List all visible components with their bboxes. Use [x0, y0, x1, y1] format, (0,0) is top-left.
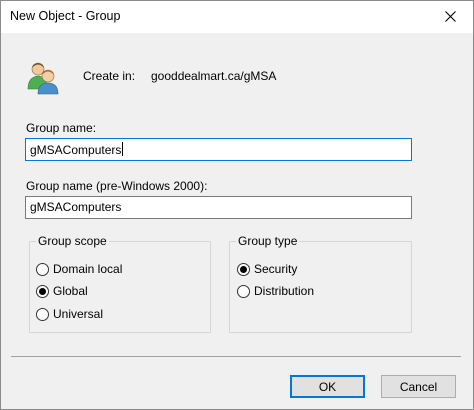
radio-circle — [36, 262, 49, 276]
group-name-pre2000-value: gMSAComputers — [30, 200, 122, 214]
dialog-content: Create in: gooddealmart.ca/gMSA Group na… — [1, 33, 473, 409]
radio-global[interactable]: Global — [36, 284, 88, 298]
divider — [11, 356, 461, 357]
close-icon — [444, 11, 456, 22]
group-scope-title: Group scope — [36, 234, 109, 248]
radio-distribution[interactable]: Distribution — [237, 284, 314, 298]
cancel-button[interactable]: Cancel — [381, 375, 456, 398]
text-caret — [122, 142, 124, 156]
radio-circle — [237, 284, 250, 298]
create-in-label: Create in: — [83, 69, 136, 83]
new-object-group-dialog: New Object - Group Create in: gooddealma… — [0, 0, 474, 410]
radio-domain-local[interactable]: Domain local — [36, 262, 122, 276]
radio-circle — [36, 284, 49, 298]
group-name-pre2000-input[interactable]: gMSAComputers — [25, 196, 412, 219]
radio-circle — [36, 307, 49, 321]
radio-label: Global — [53, 284, 88, 298]
group-scope-box: Group scope Domain local Global Universa… — [29, 234, 211, 333]
window-title: New Object - Group — [10, 9, 121, 23]
radio-universal[interactable]: Universal — [36, 307, 103, 321]
close-button[interactable] — [427, 1, 473, 32]
radio-label: Universal — [53, 307, 104, 321]
group-users-icon — [27, 62, 59, 95]
group-type-box: Group type Security Distribution — [229, 234, 412, 333]
radio-security[interactable]: Security — [237, 262, 297, 276]
group-name-pre2000-label: Group name (pre-Windows 2000): — [26, 179, 208, 193]
radio-label: Domain local — [53, 262, 123, 276]
radio-circle — [237, 262, 250, 276]
group-type-title: Group type — [236, 234, 300, 248]
ok-button[interactable]: OK — [290, 375, 365, 398]
create-in-path: gooddealmart.ca/gMSA — [151, 69, 277, 83]
group-name-value: gMSAComputers — [30, 143, 122, 157]
group-name-label: Group name: — [26, 121, 97, 135]
radio-label: Security — [254, 262, 298, 276]
group-name-input[interactable]: gMSAComputers — [25, 138, 412, 161]
radio-label: Distribution — [254, 284, 315, 298]
title-bar: New Object - Group — [1, 1, 473, 33]
